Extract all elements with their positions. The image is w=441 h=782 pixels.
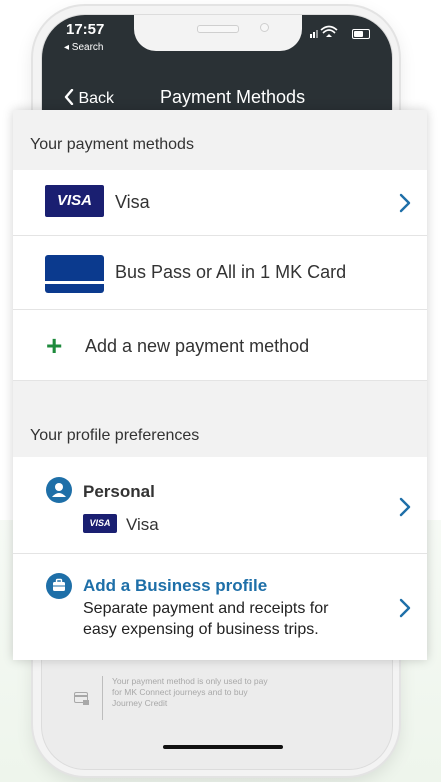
chevron-right-icon bbox=[399, 598, 411, 618]
phone-speaker bbox=[197, 25, 239, 33]
visa-card-icon: VISA bbox=[45, 185, 104, 217]
profile-personal-title: Personal bbox=[83, 482, 155, 501]
page-title: Payment Methods bbox=[160, 87, 306, 107]
info-line-1: Your payment method is only used to pay bbox=[112, 676, 268, 686]
info-line-3: Journey Credit bbox=[112, 698, 168, 708]
person-icon bbox=[46, 477, 72, 503]
chevron-right-icon bbox=[399, 497, 411, 517]
payment-methods-card: Your payment methods VISA Visa Bus Pass … bbox=[13, 110, 427, 660]
plus-icon: + bbox=[46, 330, 63, 361]
profile-preferences-header: Your profile preferences bbox=[13, 381, 427, 457]
profile-personal[interactable]: Personal VISA Visa bbox=[13, 457, 427, 554]
bus-pass-card-icon bbox=[45, 255, 104, 293]
battery-icon bbox=[352, 29, 370, 39]
back-button-label: Back bbox=[78, 90, 115, 107]
add-payment-method-label: Add a new payment method bbox=[85, 336, 310, 356]
business-desc-line-2: easy expensing of business trips. bbox=[83, 621, 319, 638]
business-profile-title: Add a Business profile bbox=[83, 576, 268, 595]
card-lock-icon bbox=[74, 692, 89, 705]
profile-preferences-header-label: Your profile preferences bbox=[30, 427, 200, 444]
payment-method-label: Bus Pass or All in 1 MK Card bbox=[115, 262, 347, 282]
payment-methods-header-label: Your payment methods bbox=[30, 136, 194, 153]
chevron-left-icon bbox=[64, 88, 74, 106]
business-desc-line-1: Separate payment and receipts for bbox=[83, 600, 329, 617]
business-profile-description: Separate payment and receipts for easy e… bbox=[83, 598, 328, 640]
info-text: Your payment method is only used to pay … bbox=[112, 676, 312, 709]
info-divider bbox=[102, 676, 103, 720]
payment-method-label: Visa bbox=[115, 192, 150, 212]
info-line-2: for MK Connect journeys and to buy bbox=[112, 687, 248, 697]
status-time: 17:57 bbox=[66, 21, 105, 38]
profile-personal-method: Visa bbox=[126, 515, 159, 534]
phone-notch bbox=[134, 15, 302, 51]
add-payment-method-button[interactable]: + Add a new payment method bbox=[13, 310, 427, 381]
back-button[interactable]: Back bbox=[64, 88, 115, 108]
payment-info-note: Your payment method is only used to pay … bbox=[70, 676, 310, 726]
payment-method-bus-pass[interactable]: Bus Pass or All in 1 MK Card bbox=[13, 236, 427, 310]
briefcase-icon bbox=[46, 573, 72, 599]
visa-card-icon: VISA bbox=[83, 514, 117, 533]
home-indicator[interactable] bbox=[163, 745, 283, 749]
payment-method-visa[interactable]: VISA Visa bbox=[13, 170, 427, 236]
payment-methods-header: Your payment methods bbox=[13, 110, 427, 170]
back-to-search-link[interactable]: ◂ Search bbox=[64, 42, 103, 53]
phone-camera bbox=[260, 23, 269, 32]
chevron-right-icon bbox=[399, 193, 411, 213]
add-business-profile-button[interactable]: Add a Business profile Separate payment … bbox=[13, 554, 427, 660]
signal-wifi-icon bbox=[310, 25, 346, 42]
